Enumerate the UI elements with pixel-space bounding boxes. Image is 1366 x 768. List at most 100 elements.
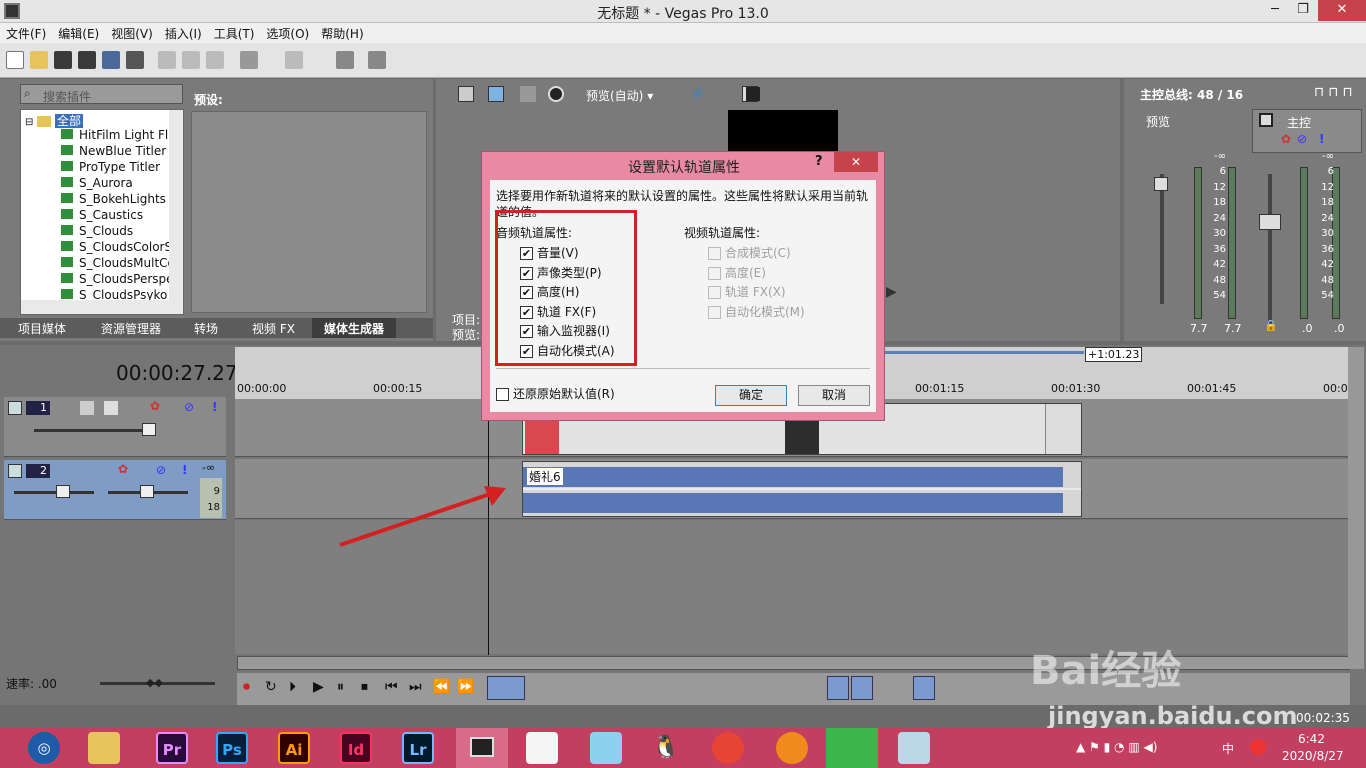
menu-view[interactable]: 视图(V) xyxy=(105,23,159,42)
plugin-item[interactable]: ProType Titler xyxy=(61,160,183,176)
cut-icon[interactable] xyxy=(158,51,176,69)
close-button[interactable]: ✕ xyxy=(1318,0,1366,21)
save-icon[interactable] xyxy=(54,51,72,69)
track-expand-icon[interactable] xyxy=(8,401,22,415)
tree-scrollbar[interactable] xyxy=(169,110,183,300)
track-fx-icon[interactable]: ✿ xyxy=(150,399,160,413)
file-explorer-icon[interactable] xyxy=(88,732,120,764)
preview-fader[interactable] xyxy=(1160,174,1164,304)
level-slider[interactable] xyxy=(34,429,154,432)
browser-icon[interactable] xyxy=(776,732,808,764)
audio-clip[interactable]: 婚礼6 xyxy=(522,461,1082,517)
h-scrollbar[interactable] xyxy=(237,656,1350,670)
video-track-header[interactable]: 1 ✿ ⊘ ! xyxy=(4,397,226,457)
fx-gear-icon[interactable]: ✿ xyxy=(1281,132,1291,146)
render-icon[interactable] xyxy=(102,51,120,69)
redo-icon[interactable] xyxy=(285,51,303,69)
dialog-close-button[interactable]: ✕ xyxy=(834,152,878,172)
pause-button[interactable]: ⏸ xyxy=(337,679,344,695)
indesign-icon[interactable]: Id xyxy=(340,732,372,764)
volume-slider[interactable] xyxy=(14,491,94,494)
app-icon-2[interactable] xyxy=(526,732,558,764)
cancel-button[interactable]: 取消 xyxy=(798,385,870,406)
menu-edit[interactable]: 编辑(E) xyxy=(52,23,105,42)
track-mute-icon[interactable]: ⊘ xyxy=(184,400,194,414)
plugin-item[interactable]: S_Caustics xyxy=(61,208,183,224)
main-fader[interactable] xyxy=(1268,174,1272,324)
v-scrollbar[interactable] xyxy=(1348,347,1364,669)
record-button[interactable]: ⏺ xyxy=(243,679,250,695)
premiere-icon[interactable]: Pr xyxy=(156,732,188,764)
sogou-icon[interactable] xyxy=(1250,739,1266,755)
lightroom-icon[interactable]: Lr xyxy=(402,732,434,764)
main-fader-handle[interactable] xyxy=(1259,214,1281,230)
search-input[interactable]: ⌕ 搜索插件 xyxy=(20,84,183,104)
save-as-icon[interactable] xyxy=(78,51,96,69)
overlays-icon[interactable] xyxy=(548,86,564,102)
new-icon[interactable] xyxy=(6,51,24,69)
preview-properties-icon[interactable] xyxy=(458,86,474,102)
plugin-item[interactable]: S_CloudsPerspe xyxy=(61,272,183,288)
audio-track-header[interactable]: 2 ✿ ⊘ ! -∞ 9 18 xyxy=(4,460,226,520)
prev-frame-button[interactable]: ⏪ xyxy=(433,679,450,695)
volume-slider-handle[interactable] xyxy=(56,485,70,498)
menu-file[interactable]: 文件(F) xyxy=(0,23,52,42)
master-toolbar-icons[interactable]: ⊓ ⊓ ⊓ xyxy=(1314,85,1353,100)
tree-hscrollbar[interactable] xyxy=(21,300,183,314)
brush-icon[interactable] xyxy=(336,51,354,69)
auto-ripple-button[interactable] xyxy=(851,676,873,700)
menu-insert[interactable]: 插入(I) xyxy=(159,23,208,42)
external-monitor-icon[interactable] xyxy=(488,86,504,102)
compositing-icon[interactable] xyxy=(80,401,94,415)
whatsthis-icon[interactable] xyxy=(368,51,386,69)
tab-video-fx[interactable]: 视频 FX xyxy=(252,320,295,337)
audio-fx-gear-icon[interactable]: ✿ xyxy=(118,462,128,476)
tab-explorer[interactable]: 资源管理器 xyxy=(101,320,161,337)
track-solo-icon[interactable]: ! xyxy=(212,400,217,414)
paste-icon[interactable] xyxy=(206,51,224,69)
menu-tools[interactable]: 工具(T) xyxy=(208,23,261,42)
audio-solo-icon[interactable]: ! xyxy=(182,463,187,477)
plugin-tree[interactable]: ⊟ 全部 HitFilm Light Fla NewBlue Titler P … xyxy=(20,109,184,315)
ime-indicator[interactable]: 中 xyxy=(1222,740,1234,757)
grid-icon[interactable]: # xyxy=(692,85,705,103)
preview-fader-handle[interactable] xyxy=(1154,177,1168,191)
clock-date[interactable]: 2020/8/27 xyxy=(1282,749,1344,763)
plugin-item[interactable]: NewBlue Titler P xyxy=(61,144,183,160)
dialog-help-button[interactable]: ? xyxy=(815,154,823,169)
plugin-item[interactable]: S_CloudsMultCo xyxy=(61,256,183,272)
loop-button[interactable]: ↻ xyxy=(265,679,277,695)
restore-defaults-option[interactable]: 还原原始默认值(R) xyxy=(496,385,615,402)
ok-button[interactable]: 确定 xyxy=(715,385,787,406)
split-screen-icon[interactable] xyxy=(520,86,536,102)
menu-help[interactable]: 帮助(H) xyxy=(315,23,369,42)
plugin-item[interactable]: S_BokehLights xyxy=(61,192,183,208)
app-icon-4[interactable] xyxy=(826,728,878,768)
plugin-item[interactable]: S_Aurora xyxy=(61,176,183,192)
clock-time[interactable]: 6:42 xyxy=(1298,732,1325,746)
app-icon-3[interactable] xyxy=(590,732,622,764)
app-icon-5[interactable] xyxy=(898,732,930,764)
solo-icon[interactable]: ! xyxy=(1319,132,1324,146)
go-start-button[interactable]: ⏮ xyxy=(385,679,398,695)
tab-media-generators[interactable]: 媒体生成器 xyxy=(312,318,397,338)
pan-slider-handle[interactable] xyxy=(140,485,154,498)
restore-button[interactable]: ❐ xyxy=(1283,0,1323,21)
tab-transitions[interactable]: 转场 xyxy=(194,320,218,337)
tree-root[interactable]: ⊟ 全部 xyxy=(25,112,84,129)
illustrator-icon[interactable]: Ai xyxy=(278,732,310,764)
vegas-pro-icon[interactable] xyxy=(456,728,508,768)
motion-icon[interactable] xyxy=(104,401,118,415)
snap-button[interactable] xyxy=(827,676,849,700)
lock-envelopes-button[interactable] xyxy=(913,676,935,700)
chrome-icon[interactable] xyxy=(712,732,744,764)
mute-icon[interactable]: ⊘ xyxy=(1297,132,1307,146)
track-expand-icon[interactable] xyxy=(8,464,22,478)
preview-mode-dropdown[interactable]: 预览(自动) ▾ xyxy=(586,87,653,104)
properties-icon[interactable] xyxy=(126,51,144,69)
go-end-button[interactable]: ⏭ xyxy=(409,679,422,695)
stop-button[interactable]: ⏹ xyxy=(361,679,368,695)
level-slider-handle[interactable] xyxy=(142,423,156,436)
plugin-item[interactable]: HitFilm Light Fla xyxy=(61,128,183,144)
audio-mute-icon[interactable]: ⊘ xyxy=(156,463,166,477)
